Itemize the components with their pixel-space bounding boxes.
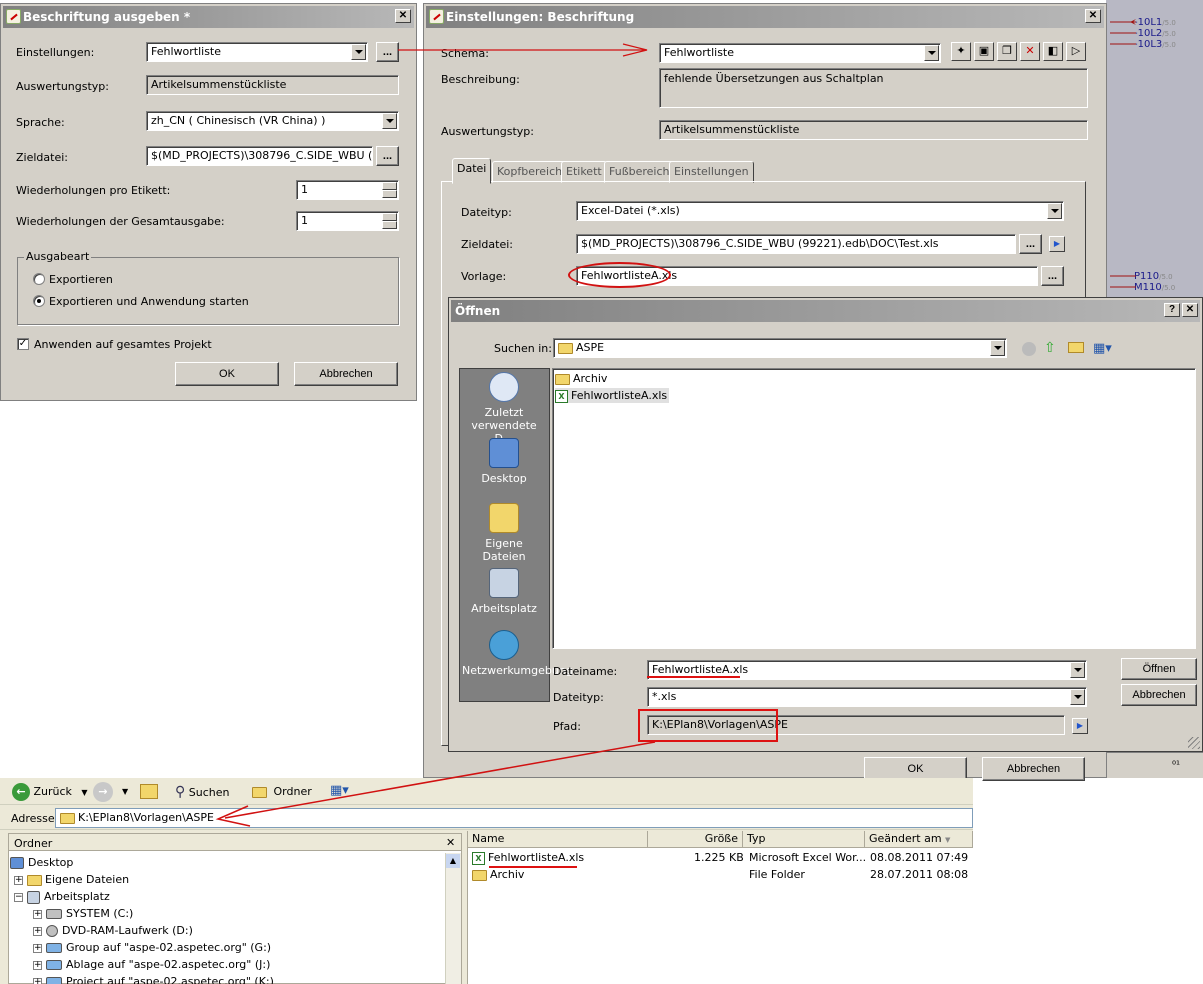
tab-datei[interactable]: Datei — [452, 158, 492, 184]
annotation-box — [638, 709, 778, 742]
annotation-arrows — [215, 43, 656, 827]
annotation-ellipse — [568, 262, 671, 288]
annotation-underline — [489, 866, 577, 868]
annotation-underline — [647, 676, 740, 678]
